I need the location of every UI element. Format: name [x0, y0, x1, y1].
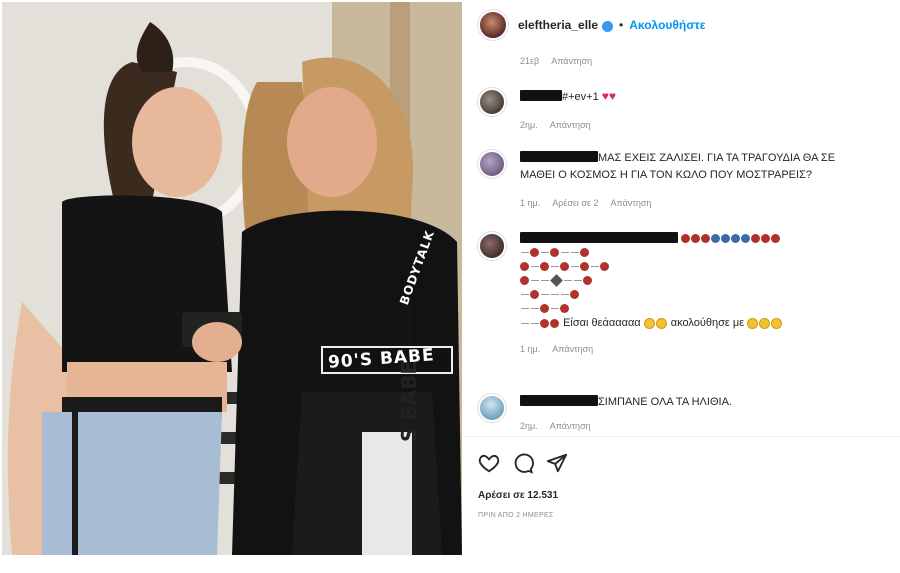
- emoji-art-line: [520, 288, 888, 302]
- comment-meta: 1 ημ. Απάντηση: [520, 344, 888, 354]
- author-avatar[interactable]: [478, 10, 508, 40]
- comment-item: ΜΑΣ ΕΧΕΙΣ ΖΑΛΙΣΕΙ. ΓΙΑ ΤΑ ΤΡΑΓΟΥΔΙΑ ΘΑ Σ…: [478, 150, 888, 208]
- comment-text-main: ΣΙΜΠΑΝΕ ΟΛΑ ΤΑ ΗΛΙΘΙΑ.: [598, 396, 732, 408]
- commenter-avatar[interactable]: [478, 232, 506, 260]
- follow-button[interactable]: Ακολουθήστε: [629, 18, 705, 32]
- redacted-username: [520, 151, 598, 162]
- commenter-avatar[interactable]: [478, 88, 506, 116]
- comment-text-line2: ΜΑΘΕΙ Ο ΚΟΣΜΟΣ Η ΓΙΑ ΤΟΝ ΚΩΛΟ ΠΟΥ ΜΟΣΤΡΑ…: [520, 169, 812, 181]
- comment-text-follow: ακολούθησε με: [670, 317, 745, 329]
- share-icon[interactable]: [546, 452, 568, 474]
- comments-panel: eleftheria_elle • Ακολουθήστε 21εβ Απάντ…: [464, 0, 900, 573]
- comment-time: 2ημ.: [520, 421, 538, 431]
- redacted-username: [520, 232, 678, 243]
- comment-text-first-line: [520, 232, 888, 246]
- comment-text-line1: ΜΑΣ ΕΧΕΙΣ ΖΑΛΙΣΕΙ. ΓΙΑ ΤΑ ΤΡΑΓΟΥΔΙΑ ΘΑ Σ…: [598, 152, 836, 164]
- actions-divider: [464, 436, 900, 437]
- emoji-art-line-last: Είσαι θεάααααα ακολούθησε με: [520, 316, 888, 330]
- redacted-username: [520, 90, 562, 101]
- comment-item: Είσαι θεάααααα ακολούθησε με 1 ημ. Απάντ…: [478, 232, 888, 354]
- author-username[interactable]: eleftheria_elle: [518, 18, 598, 32]
- comment-reply-button[interactable]: Απάντηση: [550, 120, 591, 130]
- comment-item: #+ev+1 ♥♥ 2ημ. Απάντηση: [478, 88, 888, 130]
- comment-time: 1 ημ.: [520, 344, 541, 354]
- comment-text-suffix: #+ev+1: [562, 91, 599, 103]
- comment-meta: 2ημ. Απάντηση: [520, 421, 888, 431]
- comment-reply-button[interactable]: Απάντηση: [550, 421, 591, 431]
- caption-meta: 21εβ Απάντηση: [520, 56, 602, 66]
- post-header: eleftheria_elle • Ακολουθήστε: [464, 8, 900, 42]
- emoji-art-line: [520, 302, 888, 316]
- comment-text: #+ev+1 ♥♥: [520, 88, 888, 106]
- comment-reply-button[interactable]: Απάντηση: [611, 198, 652, 208]
- emoji-art-line: [520, 273, 888, 288]
- comment-reply-button[interactable]: Απάντηση: [552, 344, 593, 354]
- emoji-row: [680, 232, 781, 246]
- comment-time: 2ημ.: [520, 120, 538, 130]
- separator-dot: •: [619, 18, 624, 32]
- commenter-avatar[interactable]: [478, 150, 506, 178]
- emoji-art-line: [520, 260, 888, 274]
- post-date: ΠΡΙΝ ΑΠΟ 2 ΗΜΕΡΕΣ: [478, 512, 554, 519]
- comment-likes-button[interactable]: Αρέσει σε 2: [552, 198, 598, 208]
- caption-reply-button[interactable]: Απάντηση: [551, 56, 592, 66]
- post-actions: [478, 452, 568, 474]
- comment-text-tail: Είσαι θεάααααα: [563, 317, 641, 329]
- comment-item: ΣΙΜΠΑΝΕ ΟΛΑ ΤΑ ΗΛΙΘΙΑ. 2ημ. Απάντηση: [478, 394, 888, 431]
- caption-time: 21εβ: [520, 56, 540, 66]
- likes-count[interactable]: Αρέσει σε 12.531: [478, 490, 558, 501]
- emoji-art-line: [520, 246, 888, 260]
- heart-icon[interactable]: [478, 452, 500, 474]
- comment-text: ΣΙΜΠΑΝΕ ΟΛΑ ΤΑ ΗΛΙΘΙΑ.: [520, 394, 888, 411]
- redacted-username: [520, 395, 598, 406]
- comment-meta: 2ημ. Απάντηση: [520, 120, 888, 130]
- post-photo[interactable]: 90'S BABE BODYTALK S BABE: [2, 2, 462, 555]
- verified-badge-icon: [602, 20, 614, 32]
- comment-text: ΜΑΣ ΕΧΕΙΣ ΖΑΛΙΣΕΙ. ΓΙΑ ΤΑ ΤΡΑΓΟΥΔΙΑ ΘΑ Σ…: [520, 150, 888, 184]
- comment-meta: 1 ημ. Αρέσει σε 2 Απάντηση: [520, 198, 888, 208]
- pants-text: S BABE: [397, 361, 421, 442]
- post-image: [2, 2, 462, 555]
- heart-emoji: ♥♥: [601, 89, 617, 103]
- comment-time: 1 ημ.: [520, 198, 541, 208]
- commenter-avatar[interactable]: [478, 394, 506, 422]
- comment-icon[interactable]: [512, 452, 534, 474]
